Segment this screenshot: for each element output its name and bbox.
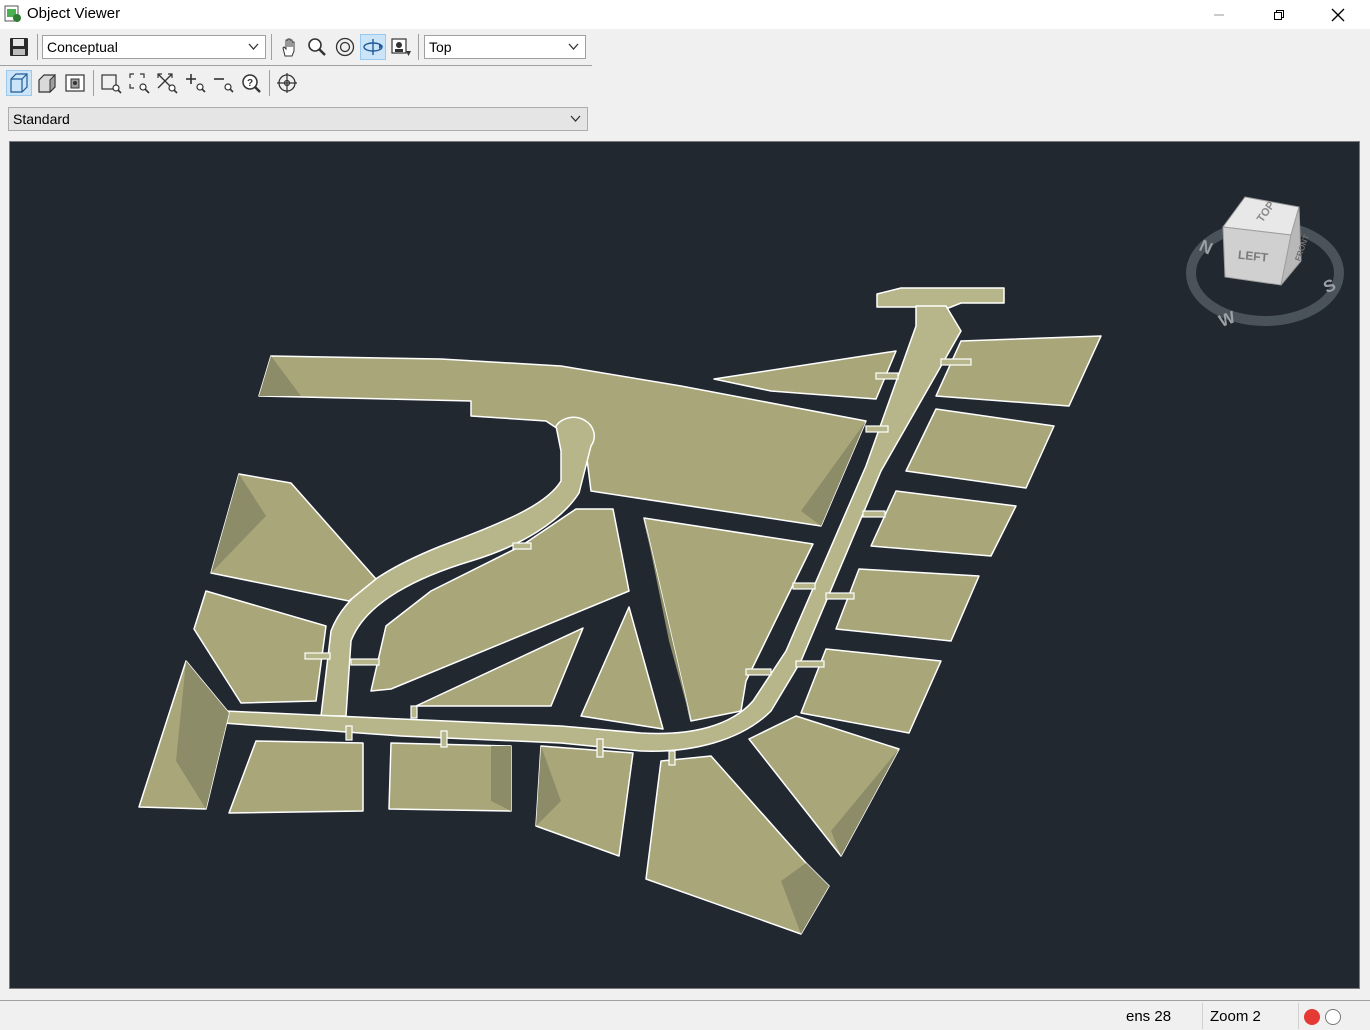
- visual-style-preset-value: Standard: [13, 111, 70, 127]
- orbit-icon: [335, 37, 355, 57]
- driveway-stub: [875, 372, 899, 380]
- zoom-extents-button[interactable]: [126, 70, 152, 96]
- save-icon: [10, 38, 28, 56]
- driveway-stub: [345, 725, 353, 741]
- continuous-orbit-icon: [363, 39, 383, 55]
- minimize-button[interactable]: [1196, 0, 1242, 29]
- pan-button[interactable]: [276, 34, 302, 60]
- parcel-south-1: [228, 740, 364, 814]
- parcel-east-1: [935, 335, 1102, 407]
- status-divider: [1202, 1003, 1203, 1029]
- svg-text:?: ?: [247, 78, 253, 89]
- toolbar-row-1: Conceptual Top: [0, 30, 592, 64]
- status-bar: ens 28 Zoom 2: [0, 1000, 1370, 1030]
- chevron-down-icon: [570, 115, 581, 122]
- toolbar-separator: [271, 34, 272, 60]
- visual-style-preset-select[interactable]: Standard: [8, 107, 588, 131]
- driveway-stub: [668, 750, 676, 766]
- wireframe-box-icon: [10, 73, 28, 93]
- driveway-stub: [410, 705, 418, 719]
- orbit-button[interactable]: [332, 34, 358, 60]
- zoom-window-icon: [101, 74, 122, 94]
- window-title: Object Viewer: [27, 5, 121, 22]
- driveway-stub: [940, 358, 972, 366]
- driveway-stub: [792, 582, 816, 590]
- zoom-out-icon: [214, 78, 234, 93]
- zoom-fit-button[interactable]: [154, 70, 180, 96]
- wireframe-box-button[interactable]: [6, 70, 32, 96]
- toolbar-separator: [93, 70, 94, 96]
- zoom-button[interactable]: [304, 34, 330, 60]
- zoom-icon: [308, 38, 326, 56]
- chevron-down-icon: [568, 43, 579, 50]
- shaded-box-button[interactable]: [34, 70, 60, 96]
- status-indicator-red[interactable]: [1304, 1009, 1320, 1025]
- toolbar-separator: [418, 34, 419, 60]
- zoom-readout: Zoom 2: [1210, 1008, 1261, 1025]
- camera-icon: [391, 38, 411, 56]
- shaded-box-icon: [38, 73, 56, 94]
- parcel-east-3: [870, 490, 1017, 557]
- toolbar-separator: [269, 70, 270, 96]
- zoom-extents-icon: [129, 73, 150, 94]
- view-value: Top: [429, 39, 452, 55]
- toolbar-row-2: ?: [0, 67, 592, 101]
- pan-icon: [282, 38, 295, 57]
- driveway-stub: [862, 510, 886, 518]
- close-icon: [1331, 8, 1345, 21]
- view-select[interactable]: Top: [424, 35, 586, 59]
- camera-button[interactable]: [388, 34, 414, 60]
- 3d-viewport[interactable]: N S W TOP LEFT FRONT: [9, 141, 1360, 989]
- toolbar-divider: [0, 65, 592, 66]
- driveway-stub: [865, 425, 889, 433]
- zoom-previous-button[interactable]: ?: [238, 70, 264, 96]
- compass-w-label[interactable]: W: [1216, 307, 1238, 331]
- status-divider: [1298, 1003, 1299, 1029]
- driveway-stub: [825, 592, 855, 600]
- driveway-stub: [440, 730, 448, 748]
- parcel-west-2: [193, 590, 327, 704]
- toolbar-separator: [37, 34, 38, 60]
- chevron-down-icon: [248, 43, 259, 50]
- driveway-stub: [745, 668, 772, 676]
- parcel-center-triangle: [643, 517, 814, 722]
- driveway-stub: [512, 542, 532, 550]
- parcel-east-1b: [713, 350, 897, 400]
- status-indicator-empty[interactable]: [1325, 1009, 1341, 1025]
- target-icon: [277, 73, 297, 93]
- zoom-in-icon: [186, 74, 206, 93]
- zoom-in-button[interactable]: [182, 70, 208, 96]
- visibility-button[interactable]: [62, 70, 88, 96]
- driveway-stub: [596, 738, 604, 758]
- site-model: N S W TOP LEFT FRONT: [138, 196, 1344, 935]
- minimize-icon: [1214, 14, 1224, 15]
- visibility-icon: [65, 74, 85, 92]
- save-button[interactable]: [6, 34, 32, 60]
- driveway-stub: [795, 660, 825, 668]
- lens-readout: ens 28: [1126, 1008, 1172, 1025]
- target-button[interactable]: [274, 70, 300, 96]
- title-bar: Object Viewer: [0, 0, 1370, 29]
- zoom-out-button[interactable]: [210, 70, 236, 96]
- driveway-stub: [304, 652, 331, 660]
- visual-style-value: Conceptual: [47, 39, 118, 55]
- zoom-previous-icon: ?: [242, 74, 261, 93]
- continuous-orbit-button[interactable]: [360, 34, 386, 60]
- parcel-east-4: [835, 568, 980, 642]
- restore-button[interactable]: [1256, 0, 1302, 29]
- driveway-stub: [350, 658, 380, 666]
- close-button[interactable]: [1315, 0, 1361, 29]
- zoom-fit-icon: [157, 73, 178, 94]
- object-viewer-app-icon: [4, 5, 22, 23]
- zoom-window-button[interactable]: [98, 70, 124, 96]
- parcel-south-2-shade: [491, 746, 511, 811]
- visual-style-select[interactable]: Conceptual: [42, 35, 266, 59]
- toolbar-area: Conceptual Top ? Standard: [0, 29, 592, 139]
- parcel-east-2: [905, 408, 1055, 489]
- restore-icon: [1274, 9, 1284, 20]
- parcel-middle-3: [580, 606, 664, 730]
- viewcube[interactable]: N S W TOP LEFT FRONT: [1186, 196, 1344, 331]
